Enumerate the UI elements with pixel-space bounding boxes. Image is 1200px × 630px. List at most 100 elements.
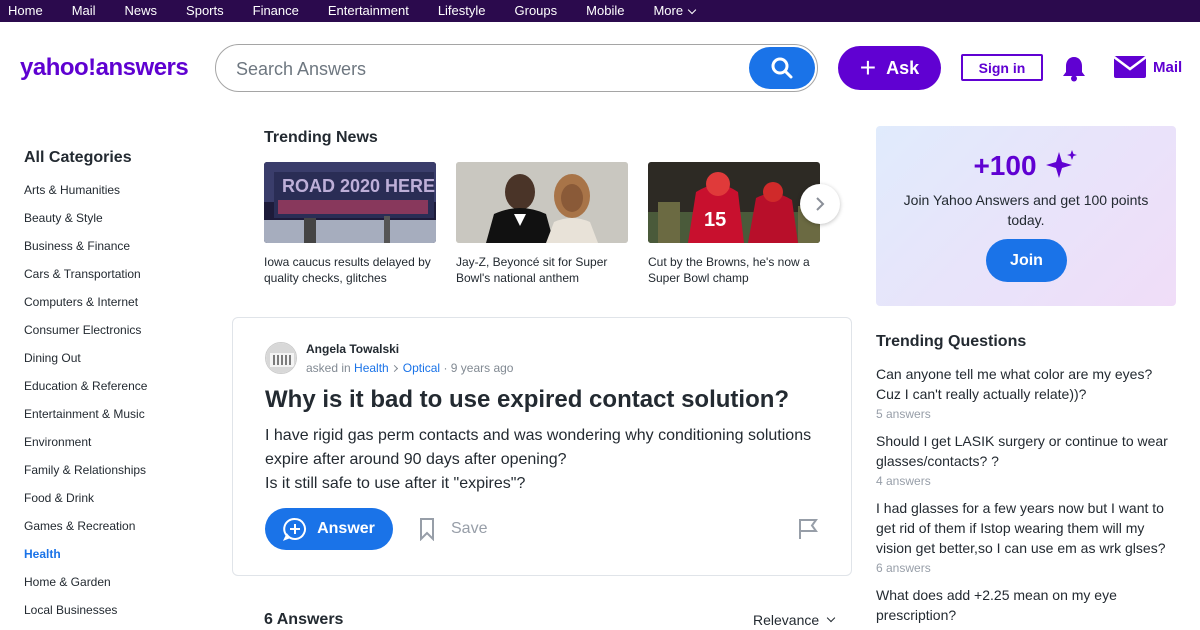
news-caption: Jay-Z, Beyoncé sit for Super Bowl's nati… bbox=[456, 255, 608, 285]
sidebar-item-health[interactable]: Health bbox=[24, 540, 214, 568]
sparkle-icon bbox=[1045, 150, 1077, 178]
search-button[interactable] bbox=[749, 47, 815, 89]
author-name[interactable]: Angela Towalski bbox=[306, 342, 399, 356]
news-caption: Cut by the Browns, he's now a Super Bowl… bbox=[648, 255, 810, 285]
sign-in-button[interactable]: Sign in bbox=[961, 54, 1043, 81]
sidebar-title: All Categories bbox=[24, 149, 132, 166]
trending-question-text: Should I get LASIK surgery or continue t… bbox=[876, 433, 1168, 469]
search-icon bbox=[771, 57, 793, 79]
sidebar-item-arts-humanities[interactable]: Arts & Humanities bbox=[24, 176, 214, 204]
question-body: I have rigid gas perm contacts and was w… bbox=[265, 424, 825, 496]
chevron-down-icon bbox=[687, 5, 697, 14]
sidebar-item-cars-transportation[interactable]: Cars & Transportation bbox=[24, 260, 214, 288]
bell-icon bbox=[1063, 57, 1085, 82]
sidebar-item-education-reference[interactable]: Education & Reference bbox=[24, 372, 214, 400]
trending-question-text: I had glasses for a few years now but I … bbox=[876, 500, 1166, 556]
news-card[interactable]: Jay-Z, Beyoncé sit for Super Bowl's nati… bbox=[456, 162, 628, 286]
sidebar-item-entertainment-music[interactable]: Entertainment & Music bbox=[24, 400, 214, 428]
mail-link[interactable]: Mail bbox=[1113, 54, 1182, 80]
chiefs-celebration-photo: 15 bbox=[648, 162, 820, 243]
ask-label: Ask bbox=[886, 57, 920, 78]
mail-icon bbox=[1113, 56, 1147, 78]
sidebar-item-computers-internet[interactable]: Computers & Internet bbox=[24, 288, 214, 316]
trending-questions-title: Trending Questions bbox=[876, 333, 1027, 350]
sidebar-item-games-recreation[interactable]: Games & Recreation bbox=[24, 512, 214, 540]
category-link[interactable]: Health bbox=[354, 361, 389, 375]
question-time: · 9 years ago bbox=[443, 361, 514, 375]
save-button[interactable]: Save bbox=[419, 516, 487, 542]
sidebar-item-environment[interactable]: Environment bbox=[24, 428, 214, 456]
trending-question[interactable]: What does add +2.25 mean on my eye presc… bbox=[876, 585, 1176, 625]
jayz-beyonce-photo bbox=[456, 162, 628, 243]
news-next-button[interactable] bbox=[800, 184, 840, 224]
news-card[interactable]: 15 Cut by the Browns, he's now a Super B… bbox=[648, 162, 820, 286]
sidebar-item-family-relationships[interactable]: Family & Relationships bbox=[24, 456, 214, 484]
ask-button[interactable]: + Ask bbox=[838, 46, 941, 90]
nav-entertainment[interactable]: Entertainment bbox=[328, 0, 409, 22]
report-button[interactable] bbox=[796, 517, 820, 541]
yahoo-answers-logo[interactable]: yahoo!answers bbox=[20, 54, 189, 82]
sidebar-item-local-businesses[interactable]: Local Businesses bbox=[24, 596, 214, 624]
question-title: Why is it bad to use expired contact sol… bbox=[265, 386, 790, 413]
question-body-line: I have rigid gas perm contacts and was w… bbox=[265, 427, 812, 468]
nav-mobile[interactable]: Mobile bbox=[586, 0, 624, 22]
svg-text:15: 15 bbox=[704, 209, 726, 231]
promo-text: Join Yahoo Answers and get 100 points to… bbox=[903, 192, 1149, 228]
points-promo: +100 Join Yahoo Answers and get 100 poin… bbox=[876, 126, 1176, 306]
nav-more[interactable]: More bbox=[653, 0, 697, 22]
promo-points: +100 bbox=[876, 148, 1176, 184]
sidebar-item-dining-out[interactable]: Dining Out bbox=[24, 344, 214, 372]
trending-questions-list: Can anyone tell me what color are my eye… bbox=[876, 364, 1176, 630]
trending-question[interactable]: Can anyone tell me what color are my eye… bbox=[876, 364, 1176, 422]
plus-icon: + bbox=[859, 52, 877, 83]
subcategory-link[interactable]: Optical bbox=[403, 361, 440, 375]
join-button[interactable]: Join bbox=[986, 239, 1067, 282]
trending-question-answers: 5 answers bbox=[876, 407, 931, 421]
nav-more-label: More bbox=[653, 3, 684, 18]
nav-finance[interactable]: Finance bbox=[253, 0, 299, 22]
trending-news-title: Trending News bbox=[264, 129, 378, 146]
avatar[interactable] bbox=[265, 342, 297, 374]
bookmark-icon bbox=[420, 518, 434, 541]
sidebar-item-consumer-electronics[interactable]: Consumer Electronics bbox=[24, 316, 214, 344]
sidebar-item-beauty-style[interactable]: Beauty & Style bbox=[24, 204, 214, 232]
mail-label: Mail bbox=[1153, 58, 1183, 76]
sort-dropdown[interactable]: Relevance bbox=[753, 612, 836, 628]
answer-label: Answer bbox=[317, 520, 375, 537]
sidebar-item-home-garden[interactable]: Home & Garden bbox=[24, 568, 214, 596]
trending-question-text: Can anyone tell me what color are my eye… bbox=[876, 366, 1153, 402]
answers-count: 6 Answers bbox=[264, 611, 344, 628]
chevron-right-icon bbox=[816, 197, 825, 211]
sort-label: Relevance bbox=[753, 612, 820, 628]
sidebar-item-business-finance[interactable]: Business & Finance bbox=[24, 232, 214, 260]
news-caption: Iowa caucus results delayed by quality c… bbox=[264, 255, 431, 285]
promo-points-value: +100 bbox=[973, 150, 1037, 181]
question-meta: asked in Health Optical · 9 years ago bbox=[306, 361, 513, 375]
nav-home[interactable]: Home bbox=[8, 0, 43, 22]
answer-icon bbox=[283, 517, 307, 541]
save-label: Save bbox=[451, 520, 488, 537]
chevron-right-icon bbox=[390, 364, 398, 373]
news-card[interactable]: ROAD 2020 HERE Iowa caucus results delay… bbox=[264, 162, 436, 286]
nav-news[interactable]: News bbox=[125, 0, 158, 22]
nav-sports[interactable]: Sports bbox=[186, 0, 224, 22]
categories-sidebar: All Categories Arts & Humanities Beauty … bbox=[24, 148, 214, 624]
trending-question[interactable]: I had glasses for a few years now but I … bbox=[876, 498, 1176, 576]
trending-question-answers: 4 answers bbox=[876, 474, 931, 488]
nav-groups[interactable]: Groups bbox=[515, 0, 558, 22]
asked-in-label: asked in bbox=[306, 361, 351, 375]
sidebar-item-food-drink[interactable]: Food & Drink bbox=[24, 484, 214, 512]
nav-mail[interactable]: Mail bbox=[72, 0, 96, 22]
trending-question-answers: 6 answers bbox=[876, 561, 931, 575]
trending-question[interactable]: Should I get LASIK surgery or continue t… bbox=[876, 431, 1176, 489]
top-nav: Home Mail News Sports Finance Entertainm… bbox=[0, 0, 1200, 22]
iowa-caucus-photo: ROAD 2020 HERE bbox=[264, 162, 436, 243]
notifications-button[interactable] bbox=[1061, 54, 1087, 82]
search-input[interactable] bbox=[236, 57, 736, 81]
answer-button[interactable]: Answer bbox=[265, 508, 393, 550]
question-body-line: Is it still safe to use after it "expire… bbox=[265, 475, 526, 492]
question-card: Angela Towalski asked in Health Optical ·… bbox=[232, 317, 852, 576]
svg-text:ROAD 2020 HERE: ROAD 2020 HERE bbox=[282, 176, 435, 196]
trending-question-text: What does add +2.25 mean on my eye presc… bbox=[876, 587, 1117, 623]
nav-lifestyle[interactable]: Lifestyle bbox=[438, 0, 486, 22]
